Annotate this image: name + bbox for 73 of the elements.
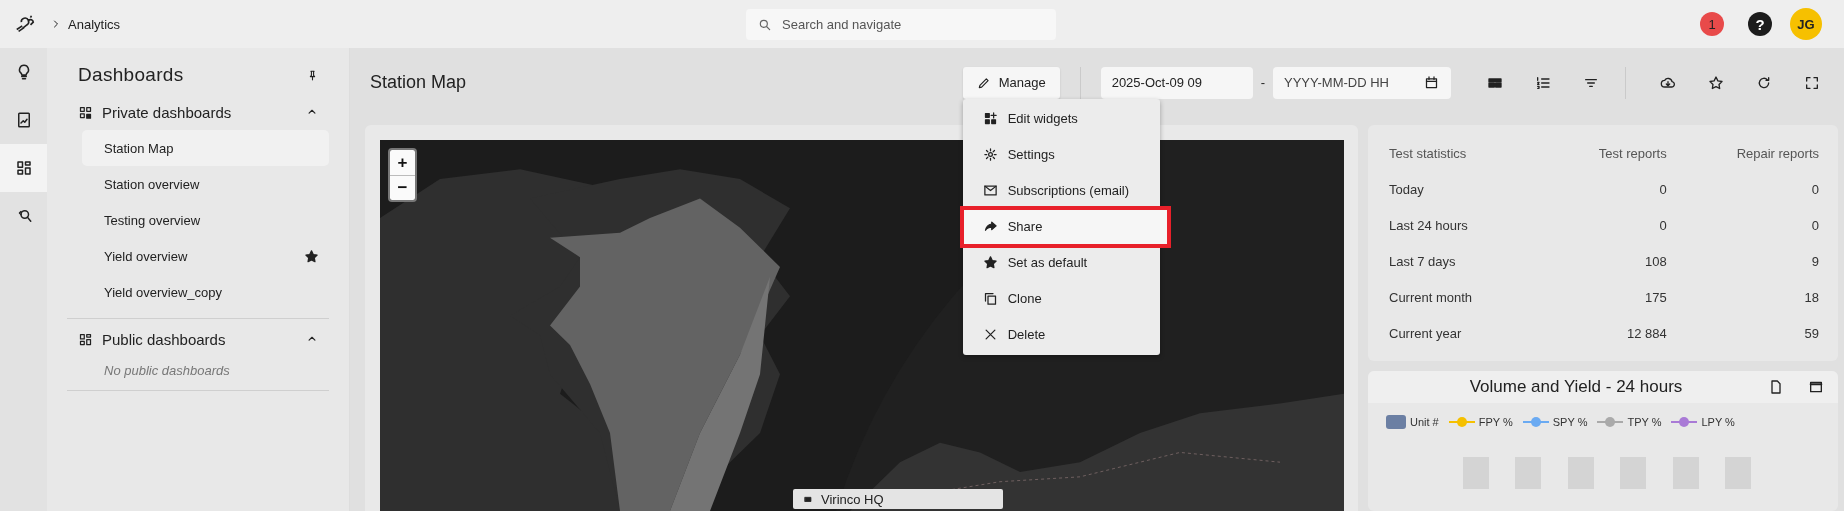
table-cell-text: Last 24 hours	[1388, 216, 1469, 235]
menu-item[interactable]: Subscriptions (email)	[962, 172, 1160, 209]
help-button[interactable]: ?	[1748, 12, 1772, 36]
dashboard-icon	[78, 331, 93, 347]
table-cell-text: 59	[1803, 324, 1820, 343]
building-icon	[803, 494, 813, 504]
table-cell-text: 0	[1810, 216, 1820, 235]
table-cell-text: Today	[1388, 180, 1425, 199]
dashboard-list-item[interactable]: Yield overview	[82, 238, 329, 274]
document-icon[interactable]	[1768, 379, 1784, 395]
user-avatar[interactable]: JG	[1790, 8, 1822, 40]
table-cell-text: Current year	[1388, 324, 1463, 343]
legend-label[interactable]: TPY %	[1627, 416, 1662, 428]
logo-icon[interactable]	[14, 13, 36, 35]
table-cell-text: 18	[1803, 288, 1820, 307]
refresh-icon[interactable]	[1756, 74, 1772, 91]
menu-item[interactable]: Set as default	[962, 244, 1160, 281]
date-separator: -	[1259, 75, 1266, 90]
menu-item[interactable]: Edit widgets	[962, 100, 1160, 137]
menu-item[interactable]: Share	[962, 208, 1168, 245]
page-title: Station Map	[370, 72, 467, 93]
date-from-field[interactable]: 2025-Oct-09 09	[1100, 66, 1253, 99]
widgets-icon	[982, 111, 998, 126]
zoom-in-button[interactable]: +	[390, 150, 415, 175]
breadcrumb-link[interactable]: Analytics	[68, 16, 121, 32]
dashboard-list-item[interactable]: Station overview	[82, 166, 329, 202]
star-outline-icon[interactable]	[1708, 74, 1724, 91]
star-icon	[304, 248, 319, 264]
calendar-icon[interactable]	[1424, 74, 1439, 90]
notification-badge[interactable]: 1	[1700, 12, 1724, 36]
window-icon[interactable]	[1808, 379, 1824, 395]
column-header: Test statistics	[1388, 144, 1468, 163]
search-field[interactable]: Search and navigate	[746, 8, 1056, 40]
dashboard-icon	[14, 159, 33, 177]
section-header[interactable]: Public dashboards	[67, 321, 329, 357]
dashboard-list-item[interactable]: Station Map	[82, 130, 329, 166]
table-cell-text: 175	[1644, 288, 1668, 307]
table-cell-text: 0	[1658, 216, 1668, 235]
settings-icon	[982, 147, 998, 162]
chart-title: Volume and Yield - 24 hours	[1468, 377, 1684, 397]
table-cell-text: 12 884	[1625, 324, 1668, 343]
column-header: Test reports	[1597, 144, 1668, 163]
legend-label[interactable]: FPY %	[1478, 416, 1513, 428]
copy-icon	[982, 291, 998, 306]
section-header[interactable]: Private dashboards	[67, 94, 329, 130]
menu-item[interactable]: Settings	[962, 136, 1160, 173]
empty-message: No public dashboards	[103, 362, 231, 380]
table-cell-text: 0	[1810, 180, 1820, 199]
table-cell-text: 0	[1658, 180, 1668, 199]
share-arrow-icon	[982, 219, 998, 234]
column-header: Repair reports	[1735, 144, 1820, 163]
table-cell-text: 108	[1644, 252, 1668, 271]
fullscreen-icon[interactable]	[1804, 74, 1820, 91]
sidebar-title: Dashboards	[78, 64, 184, 86]
legend-label[interactable]: LPY %	[1701, 416, 1735, 428]
menu-item[interactable]: Delete	[962, 316, 1160, 353]
dashboard-lock-icon	[78, 104, 93, 120]
star-icon	[982, 255, 998, 270]
manage-button[interactable]: Manage	[962, 66, 1060, 99]
envelope-icon	[982, 183, 998, 198]
dashboard-list-item[interactable]: Yield overview_copy	[82, 274, 329, 310]
map-marker-label[interactable]: Virinco HQ	[793, 489, 1003, 509]
date-to-field[interactable]: YYYY-MM-DD HH	[1273, 66, 1451, 99]
numbered-list-icon[interactable]	[1535, 74, 1551, 91]
table-cell-text: 9	[1810, 252, 1820, 271]
pencil-icon	[976, 75, 991, 90]
legend-label[interactable]: Unit #	[1410, 416, 1439, 428]
zoom-out-button[interactable]: −	[390, 175, 415, 200]
dashboard-list-item[interactable]: Testing overview	[82, 202, 329, 238]
menu-item[interactable]: Clone	[962, 280, 1160, 317]
legend-label[interactable]: SPY %	[1552, 416, 1588, 428]
table-cell-text: Current month	[1388, 288, 1474, 307]
table-cell-text: Last 7 days	[1388, 252, 1457, 271]
